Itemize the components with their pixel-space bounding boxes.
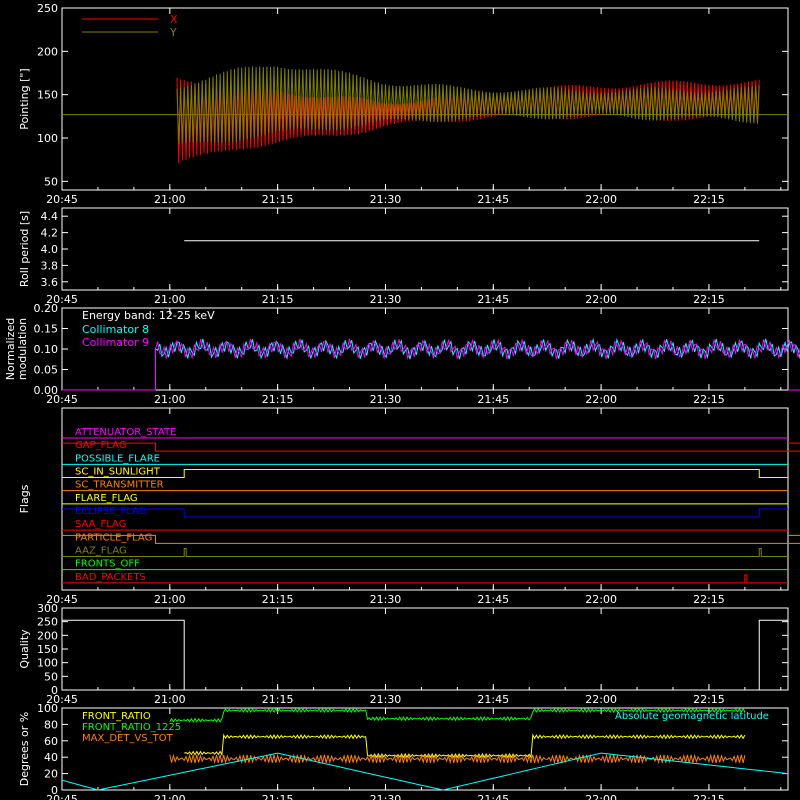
modulation-x-tick-label: 21:00 [154, 393, 186, 406]
pointing-x-tick-label: 21:15 [262, 193, 294, 206]
flag-label-gap_flag: GAP_FLAG [75, 440, 127, 451]
flag-label-eclipse_flag: ECLIPSE_FLAG [75, 506, 146, 517]
modulation-annotation: Energy band: 12-25 keV [82, 309, 215, 322]
pointing-x-tick-label: 22:00 [585, 193, 617, 206]
modulation-x-tick-label: 22:00 [585, 393, 617, 406]
ratios-y-tick-label: 20 [44, 768, 58, 781]
quality-y-tick-label: 150 [37, 643, 58, 656]
quality-ylabel: Quality [18, 629, 31, 669]
flag-label-possible_flare: POSSIBLE_FLARE [75, 453, 160, 464]
modulation-ylabel-line2: modulation [16, 318, 29, 380]
pointing-x-tick-label: 21:45 [477, 193, 509, 206]
roll-period-x-tick-label: 21:30 [370, 293, 402, 306]
quality-y-tick-label: 250 [37, 616, 58, 629]
roll-period-y-tick-label: 4.0 [41, 243, 59, 256]
ratios-x-tick-label: 21:30 [370, 793, 402, 800]
pointing-y-tick-label: 150 [37, 89, 58, 102]
flag-label-fronts_off: FRONTS_OFF [75, 559, 140, 570]
pointing-x-tick-label: 21:30 [370, 193, 402, 206]
flag-label-flare_flag: FLARE_FLAG [75, 493, 138, 504]
ratios-y-tick-label: 40 [44, 751, 58, 764]
flag-label-bad_packets: BAD_PACKETS [75, 572, 146, 583]
modulation-legend-collimator-9: Collimator 9 [82, 336, 149, 349]
modulation-x-tick-label: 22:15 [693, 393, 725, 406]
quality-y-tick-label: 300 [37, 602, 58, 615]
flags-x-tick-label: 22:00 [585, 593, 617, 606]
pointing-ylabel: Pointing ["] [18, 68, 31, 129]
quality-x-tick-label: 22:15 [693, 693, 725, 706]
flag-label-attenuator_state: ATTENUATOR_STATE [75, 427, 176, 438]
flags-x-tick-label: 21:45 [477, 593, 509, 606]
quality-x-tick-label: 21:30 [370, 693, 402, 706]
flags-x-tick-label: 21:15 [262, 593, 294, 606]
quality-x-tick-label: 21:15 [262, 693, 294, 706]
ratios-x-tick-label: 21:00 [154, 793, 186, 800]
pointing-x-tick-label: 22:15 [693, 193, 725, 206]
pointing-legend-label-x: X [170, 13, 178, 26]
roll-period-x-tick-label: 22:00 [585, 293, 617, 306]
ratios-x-tick-label: 21:15 [262, 793, 294, 800]
flags-ylabel: Flags [18, 484, 31, 513]
flag-label-sc_in_sunlight: SC_IN_SUNLIGHT [75, 467, 161, 478]
modulation-y-tick-label: 0.15 [34, 323, 59, 336]
rhessi-figure: 20:45 21:00 21:15 21:30 21:45 22:00 22:15 Point… [0, 0, 800, 800]
ratios-legend-front_ratio_1225: FRONT_RATIO_1225 [82, 722, 181, 733]
ratios-x-tick-label: 22:15 [693, 793, 725, 800]
roll-period-y-tick-label: 3.8 [41, 259, 59, 272]
ratios-y-tick-label: 0 [51, 784, 58, 797]
quality-x-tick-label: 21:00 [154, 693, 186, 706]
ratios-y-tick-label: 100 [37, 702, 58, 715]
pointing-legend-label-y: Y [169, 26, 177, 39]
roll-period-y-tick-label: 3.6 [41, 276, 59, 289]
quality-y-tick-label: 50 [44, 670, 58, 683]
roll-period-x-tick-label: 22:15 [693, 293, 725, 306]
pointing-y-tick-label: 200 [37, 45, 58, 58]
roll-period-y-tick-label: 4.4 [41, 210, 59, 223]
roll-period-x-tick-label: 21:00 [154, 293, 186, 306]
modulation-x-tick-label: 21:15 [262, 393, 294, 406]
pointing-x-tick-label: 21:00 [154, 193, 186, 206]
flag-label-particle_flag: PARTICLE_FLAG [75, 532, 152, 543]
roll-period-x-tick-label: 21:15 [262, 293, 294, 306]
modulation-x-tick-label: 21:45 [477, 393, 509, 406]
pointing-y-tick-label: 50 [44, 175, 58, 188]
ratios-legend-latitude: Absolute geomagnetic latitude [615, 711, 769, 722]
flag-label-saa_flag: SAA_FLAG [75, 519, 126, 530]
ratios-ylabel: Degrees or % [18, 712, 31, 786]
quality-x-tick-label: 21:45 [477, 693, 509, 706]
flags-x-tick-label: 21:30 [370, 593, 402, 606]
ratios-y-tick-label: 80 [44, 718, 58, 731]
quality-x-tick-label: 22:00 [585, 693, 617, 706]
modulation-y-tick-label: 0.05 [34, 364, 59, 377]
ratios-legend-max_det_vs_tot: MAX_DET_VS_TOT [82, 733, 174, 744]
flags-x-tick-label: 21:00 [154, 593, 186, 606]
ratios-x-tick-label: 21:45 [477, 793, 509, 800]
quality-y-tick-label: 200 [37, 629, 58, 642]
quality-y-tick-label: 100 [37, 657, 58, 670]
flag-label-aaz_flag: AAZ_FLAG [75, 546, 127, 557]
ratios-y-tick-label: 60 [44, 735, 58, 748]
flag-label-sc_transmitter: SC_TRANSMITTER [75, 480, 164, 491]
modulation-y-tick-label: 0.00 [34, 384, 59, 397]
modulation-legend-collimator-8: Collimator 8 [82, 323, 149, 336]
roll-period-ylabel: Roll period [s] [18, 211, 31, 287]
pointing-x-tick-label: 20:45 [46, 193, 78, 206]
quality-y-tick-label: 0 [51, 684, 58, 697]
modulation-y-tick-label: 0.10 [34, 343, 59, 356]
pointing-y-tick-label: 100 [37, 132, 58, 145]
ratios-legend-front_ratio: FRONT_RATIO [82, 711, 151, 722]
modulation-x-tick-label: 21:30 [370, 393, 402, 406]
modulation-y-tick-label: 0.20 [34, 302, 59, 315]
roll-period-x-tick-label: 21:45 [477, 293, 509, 306]
flags-x-tick-label: 22:15 [693, 593, 725, 606]
ratios-x-tick-label: 22:00 [585, 793, 617, 800]
pointing-y-tick-label: 250 [37, 2, 58, 15]
roll-period-y-tick-label: 4.2 [41, 227, 59, 240]
